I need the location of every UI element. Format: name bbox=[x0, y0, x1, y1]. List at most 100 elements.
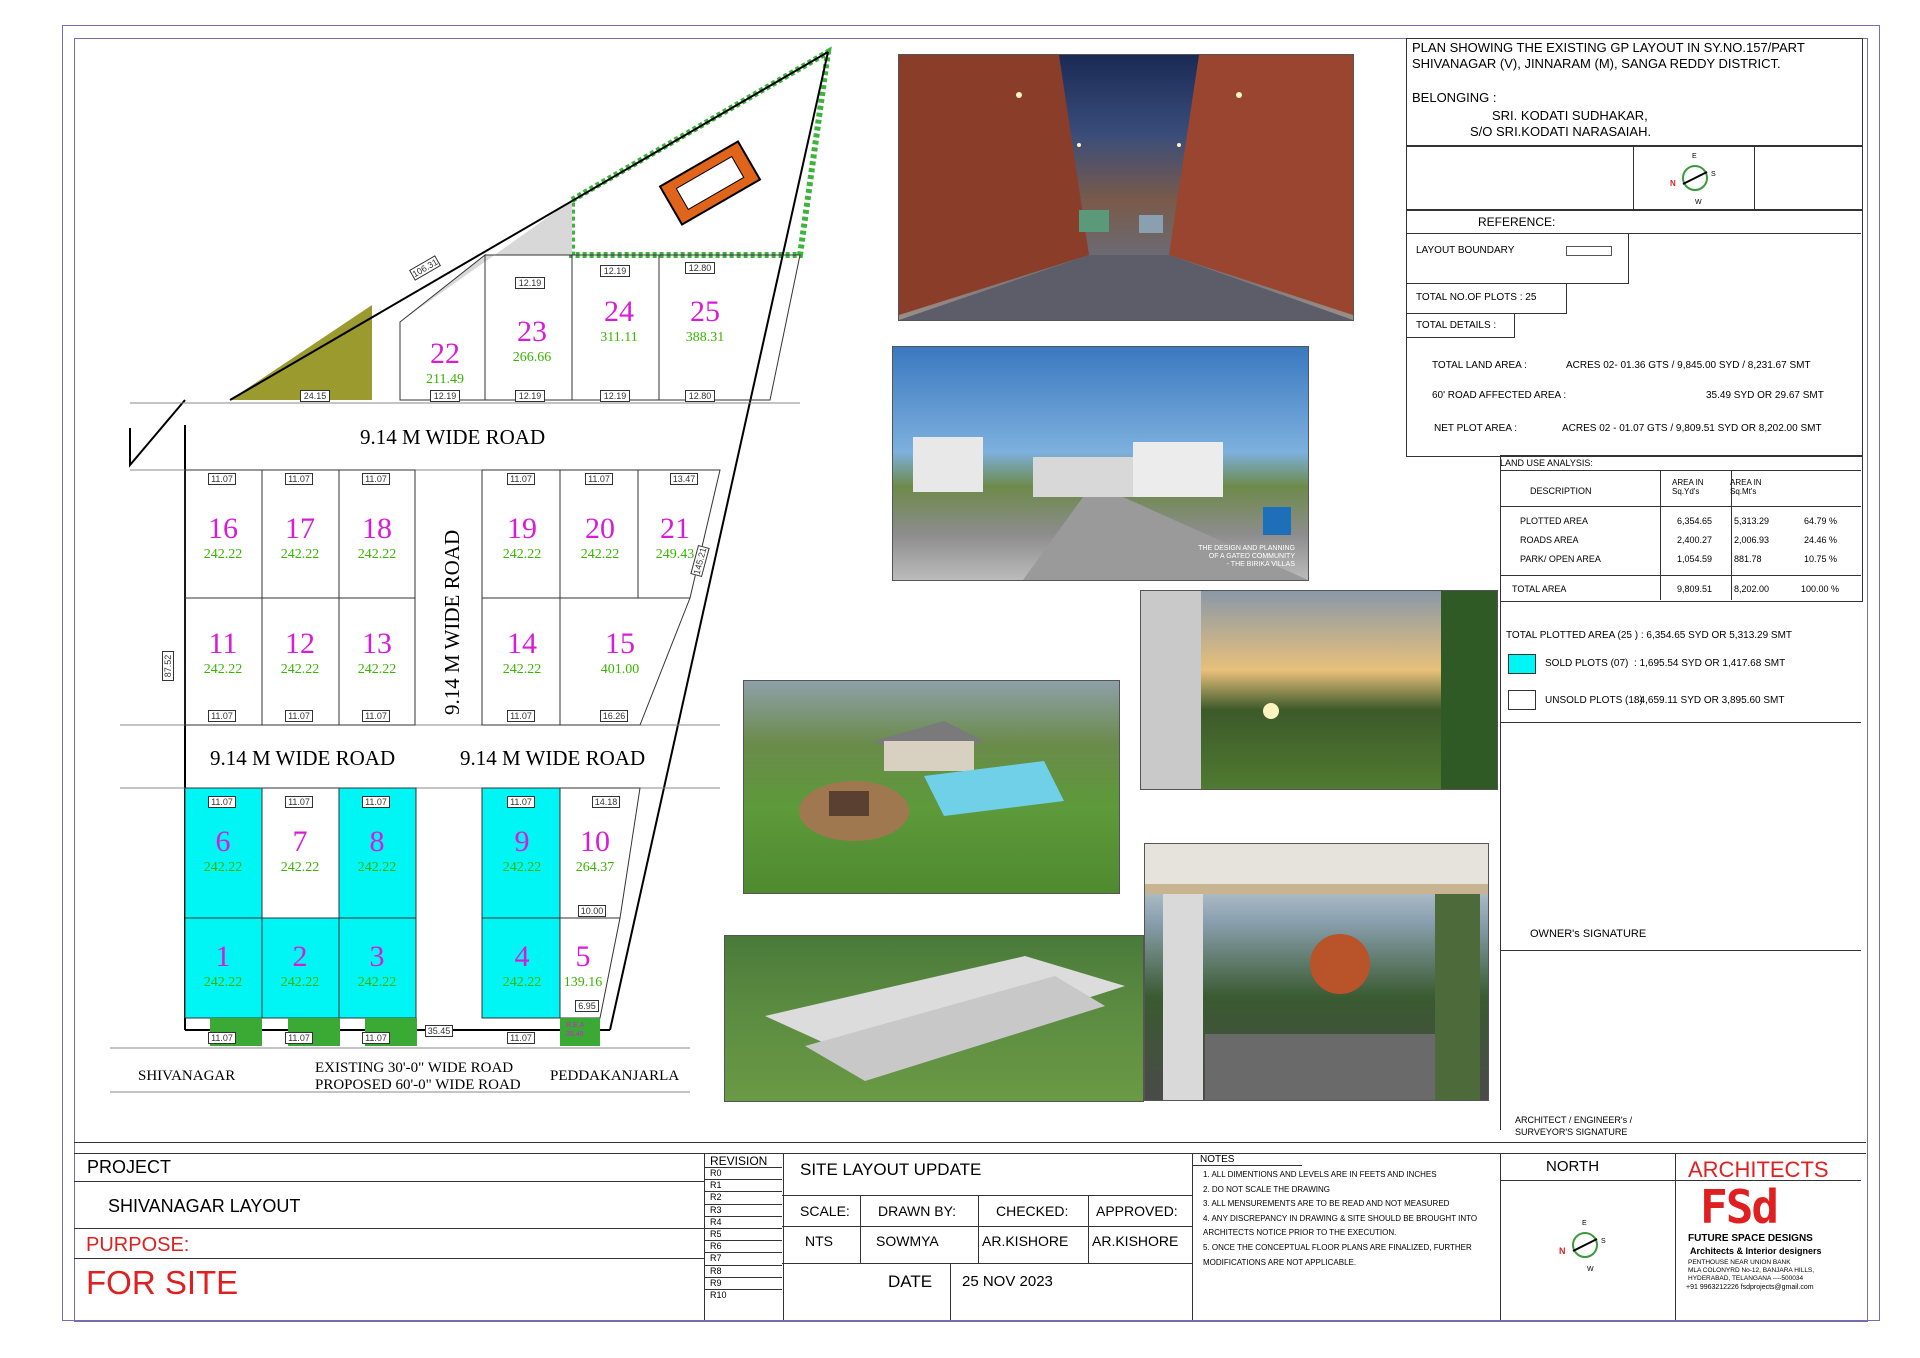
date-value: 25 NOV 2023 bbox=[962, 1273, 1053, 1290]
note-line: 3. ALL MENSUREMENTS ARE TO BE READ AND N… bbox=[1203, 1199, 1450, 1209]
firm-contact: +91 9963212226 fsdprojects@gmail.com bbox=[1686, 1284, 1814, 1291]
dim-tag: 11.07 bbox=[285, 796, 313, 808]
plot-area-9: 242.22 bbox=[502, 860, 542, 875]
lu-cell-syd: 1,054.59 bbox=[1677, 554, 1713, 564]
lu-header-smt: AREA IN Sq.Mt's bbox=[1730, 478, 1762, 496]
render-aerial-villas bbox=[724, 935, 1144, 1102]
total-details-label: TOTAL DETAILS : bbox=[1416, 320, 1497, 331]
architect-signature-2: SURVEYOR'S SIGNATURE bbox=[1515, 1127, 1628, 1137]
dim-tag: 16.26 bbox=[600, 710, 628, 722]
reference-label: REFERENCE: bbox=[1478, 215, 1556, 229]
sheet-title: SITE LAYOUT UPDATE bbox=[800, 1160, 982, 1179]
plot-area-10: 264.37 bbox=[575, 860, 615, 875]
rea-label: R.E.A bbox=[566, 1022, 585, 1029]
note-line: 5. ONCE THE CONCEPTUAL FLOOR PLANS ARE F… bbox=[1203, 1242, 1472, 1252]
dim-tag: 10.00 bbox=[578, 905, 606, 917]
revision-r1: R1 bbox=[710, 1180, 722, 1191]
sold-plots-label: SOLD PLOTS (07) bbox=[1545, 658, 1629, 669]
firm-address-3: HYDERABAD, TELANGANA ----500034 bbox=[1688, 1275, 1804, 1282]
checked-label: CHECKED: bbox=[996, 1203, 1069, 1219]
plot-number-12: 12 bbox=[285, 627, 315, 660]
dim-tag: 11.07 bbox=[285, 1032, 313, 1044]
rea-value: 35.49 bbox=[566, 1031, 584, 1038]
drawn-by-value: SOWMYA bbox=[876, 1233, 939, 1249]
lu-cell-smt: 2,006.93 bbox=[1734, 535, 1770, 545]
lu-cell-smt: 5,313.29 bbox=[1734, 516, 1770, 526]
lu-cell-syd: 6,354.65 bbox=[1677, 516, 1713, 526]
svg-text:S: S bbox=[1601, 1238, 1606, 1245]
plot-area-25: 388.31 bbox=[685, 330, 725, 345]
architect-signature-1: ARCHITECT / ENGINEER's / bbox=[1515, 1115, 1633, 1125]
project-label: PROJECT bbox=[87, 1157, 172, 1177]
owner-signature: OWNER's SIGNATURE bbox=[1530, 928, 1647, 940]
total-land-value: ACRES 02- 01.36 GTS / 9,845.00 SYD / 8,2… bbox=[1566, 360, 1811, 371]
sold-plots-value: : 1,695.54 SYD OR 1,417.68 SMT bbox=[1634, 658, 1786, 669]
revision-r8: R8 bbox=[710, 1265, 722, 1276]
revision-r9: R9 bbox=[710, 1277, 722, 1288]
fsd-logo: FSd bbox=[1700, 1180, 1779, 1234]
dim-tag: 12.80 bbox=[685, 262, 715, 274]
lu-header-syd: AREA IN Sq.Yd's bbox=[1672, 478, 1704, 496]
svg-text:E: E bbox=[1692, 153, 1697, 160]
plot-number-17: 17 bbox=[285, 512, 315, 545]
note-line: 4. ANY DISCREPANCY IN DRAWING & SITE SHO… bbox=[1203, 1213, 1478, 1223]
total-land-label: TOTAL LAND AREA : bbox=[1432, 360, 1527, 371]
road-label-top: 9.14 M WIDE ROAD bbox=[360, 425, 546, 449]
net-plot-value: ACRES 02 - 01.07 GTS / 9,809.51 SYD OR 8… bbox=[1562, 423, 1822, 434]
lu-total-pct: 100.00 % bbox=[1801, 584, 1840, 594]
plot-number-2: 2 bbox=[292, 940, 308, 973]
plot-number-6: 6 bbox=[215, 825, 231, 858]
approved-value: AR.KISHORE bbox=[1092, 1233, 1179, 1249]
plot-area-2: 242.22 bbox=[280, 975, 320, 990]
render-garden-sunset bbox=[1140, 590, 1498, 790]
render-gated-villas: THE DESIGN AND PLANNING OF A GATED COMMU… bbox=[892, 346, 1309, 581]
plan-title-line2: SHIVANAGAR (V), JINNARAM (M), SANGA REDD… bbox=[1412, 56, 1781, 71]
notes-label: NOTES bbox=[1200, 1154, 1235, 1165]
dim-tag: 11.07 bbox=[507, 710, 535, 722]
firm-subtitle: Architects & Interior designers bbox=[1690, 1246, 1822, 1256]
road-label-proposed: PROPOSED 60'-0" WIDE ROAD bbox=[315, 1077, 521, 1093]
plot-number-24: 24 bbox=[604, 295, 634, 328]
plot-number-14: 14 bbox=[507, 627, 537, 660]
road-label-vertical: 9.14 M WIDE ROAD bbox=[440, 529, 464, 715]
lu-cell-pct: 10.75 % bbox=[1804, 554, 1838, 564]
dim-tag: 11.07 bbox=[362, 1032, 390, 1044]
dim-tag: 11.07 bbox=[285, 473, 313, 485]
photo-caption-2: OF A GATED COMMUNITY bbox=[1208, 553, 1295, 560]
plot-number-22: 22 bbox=[430, 337, 460, 370]
unsold-plots-value: : 4,659.11 SYD OR 3,895.60 SMT bbox=[1634, 695, 1785, 706]
revision-r6: R6 bbox=[710, 1241, 722, 1252]
svg-text:E: E bbox=[1582, 1220, 1587, 1227]
plot-number-13: 13 bbox=[362, 627, 392, 660]
plot-number-5: 5 bbox=[575, 940, 591, 973]
dim-tag: 12.19 bbox=[515, 277, 545, 289]
date-label: DATE bbox=[888, 1272, 933, 1291]
svg-text:W: W bbox=[1695, 199, 1702, 205]
plot-area-23: 266.66 bbox=[512, 350, 552, 365]
layout-boundary-swatch bbox=[1566, 246, 1612, 256]
lu-cell-pct: 64.79 % bbox=[1804, 516, 1838, 526]
plot-area-7: 242.22 bbox=[280, 860, 320, 875]
dim-tag: 11.07 bbox=[507, 1032, 535, 1044]
road-affected-label: 60' ROAD AFFECTED AREA : bbox=[1432, 390, 1567, 401]
dim-tag: 11.07 bbox=[507, 796, 535, 808]
owner-father: S/O SRI.KODATI NARASAIAH. bbox=[1470, 124, 1652, 139]
owner-name: SRI. KODATI SUDHAKAR, bbox=[1492, 108, 1648, 123]
dim-tag: 11.07 bbox=[208, 710, 236, 722]
unsold-swatch bbox=[1508, 690, 1536, 710]
notes-list: 1. ALL DIMENTIONS AND LEVELS ARE IN FEET… bbox=[1203, 1168, 1477, 1270]
plot-number-23: 23 bbox=[517, 315, 547, 348]
lu-header-desc: DESCRIPTION bbox=[1530, 486, 1592, 496]
approved-label: APPROVED: bbox=[1096, 1203, 1178, 1219]
road-label-mid-right: 9.14 M WIDE ROAD bbox=[460, 746, 646, 770]
dim-tag: 11.07 bbox=[362, 473, 390, 485]
dim-tag: 87.52 bbox=[162, 651, 174, 681]
sold-swatch bbox=[1508, 654, 1536, 674]
north-compass-icon: E S N W bbox=[1559, 1220, 1606, 1273]
dim-tag: 11.07 bbox=[285, 710, 313, 722]
plot-area-24: 311.11 bbox=[600, 330, 638, 345]
plot-number-18: 18 bbox=[362, 512, 392, 545]
north-label: NORTH bbox=[1546, 1158, 1600, 1175]
plot-area-22: 211.49 bbox=[426, 372, 464, 387]
note-line: 1. ALL DIMENTIONS AND LEVELS ARE IN FEET… bbox=[1203, 1170, 1437, 1179]
